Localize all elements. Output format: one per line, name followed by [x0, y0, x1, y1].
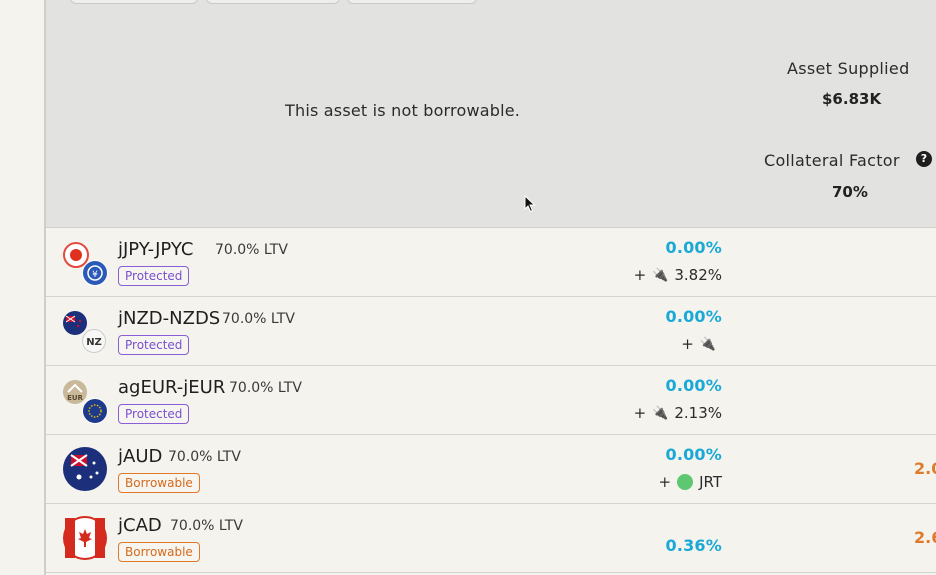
status-badge: Protected [118, 266, 190, 286]
reward-apy: + JRT [659, 473, 723, 491]
asset-name: agEUR-jEUR [118, 377, 226, 398]
help-icon[interactable]: ? [916, 151, 932, 167]
collateral-factor-value: 70% [832, 183, 868, 201]
tab-stub-2[interactable] [206, 0, 340, 4]
not-borrowable-message: This asset is not borrowable. [285, 101, 521, 120]
asset-supplied-value: $6.83K [822, 90, 882, 108]
plug-icon: 🔌 [699, 336, 716, 352]
ltv-label: 70.0% LTV [222, 311, 295, 327]
status-badge: Borrowable [118, 473, 200, 493]
ltv-label: 70.0% LTV [168, 449, 241, 465]
asset-detail-panel: This asset is not borrowable. Asset Supp… [46, 0, 936, 228]
reward-plus: + [681, 335, 694, 353]
ltv-label: 70.0% LTV [215, 242, 288, 258]
tab-stub-3[interactable] [347, 0, 477, 4]
cad-flag-icon [63, 516, 107, 560]
supply-apy: 0.00% [665, 307, 722, 326]
reward-value: 3.82% [674, 266, 722, 284]
asset-row-jaud[interactable]: jAUD 70.0% LTV Borrowable 0.00% + JRT 2.… [46, 435, 936, 504]
asset-row-jcad[interactable]: jCAD 70.0% LTV Borrowable 0.36% 2.6 [46, 504, 936, 573]
asset-row-jjpy-jpyc[interactable]: ¥ jJPY-JPYC 70.0% LTV Protected 0.00% + … [46, 228, 936, 297]
asset-name: jJPY-JPYC [118, 239, 194, 260]
mouse-cursor-icon [524, 194, 536, 217]
status-badge: Borrowable [118, 542, 200, 562]
reward-apy: + 🔌 3.82% [634, 266, 722, 284]
collateral-factor-label: Collateral Factor [764, 151, 900, 170]
jrt-icon [677, 474, 694, 490]
plug-icon: 🔌 [652, 405, 669, 421]
ltv-label: 70.0% LTV [229, 380, 302, 396]
tab-stub-1[interactable] [70, 0, 198, 4]
reward-value: 2.13% [674, 404, 722, 422]
supply-apy: 0.00% [665, 445, 722, 464]
status-badge: Protected [118, 335, 190, 355]
status-badge: Protected [118, 404, 190, 424]
asset-row-jnzd-nzds[interactable]: NZ jNZD-NZDS 70.0% LTV Protected 0.00% +… [46, 297, 936, 366]
reward-plus: + [658, 473, 672, 491]
svg-text:¥: ¥ [92, 270, 98, 280]
nzds-token-icon: NZ [82, 329, 106, 353]
asset-name: jAUD [118, 446, 163, 467]
borrow-apy: 2.6 [914, 528, 936, 547]
eur-flag-icon [82, 398, 108, 424]
svg-text:EUR: EUR [67, 394, 83, 402]
asset-name: jNZD-NZDS [118, 308, 221, 329]
reward-apy: + 🔌 [681, 335, 722, 353]
borrow-apy: 2.0 [914, 459, 936, 478]
left-rail [0, 0, 46, 575]
reward-plus: + [633, 266, 647, 284]
supply-apy: 0.00% [665, 376, 722, 395]
supply-apy: 0.36% [665, 536, 722, 555]
plug-icon: 🔌 [652, 267, 669, 283]
reward-apy: + 🔌 2.13% [634, 404, 722, 422]
asset-name: jCAD [118, 515, 162, 536]
aud-flag-icon [63, 447, 107, 491]
jpyc-token-icon: ¥ [82, 260, 108, 286]
reward-plus: + [633, 404, 647, 422]
asset-supplied-label: Asset Supplied [787, 59, 910, 78]
reward-value: JRT [699, 473, 722, 491]
ltv-label: 70.0% LTV [170, 518, 243, 534]
svg-text:NZ: NZ [86, 337, 102, 348]
asset-row-ageur-jeur[interactable]: EUR agEUR-jEUR 70.0% LTV Protected 0.00%… [46, 366, 936, 435]
supply-apy: 0.00% [665, 238, 722, 257]
